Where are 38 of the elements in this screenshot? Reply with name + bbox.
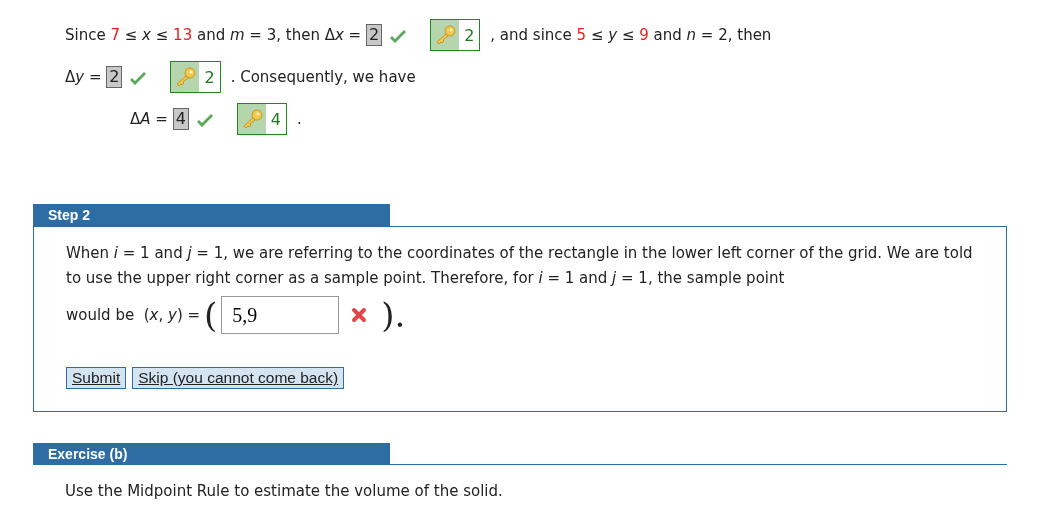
key-icon (174, 67, 197, 87)
open-parenthesis: ( (204, 295, 218, 335)
sentence-text: Δ (65, 68, 76, 86)
cross-icon (351, 307, 368, 323)
exercise-text: Use the Midpoint Rule to estimate the volume of the solid. (65, 482, 504, 500)
given-number: 13 (173, 26, 193, 44)
sentence-text: Since (65, 26, 107, 44)
section-header: Exercise (b) (33, 443, 390, 465)
sentence-text: and m = 3, then Δ (195, 26, 335, 44)
answer-key: 2 (430, 19, 481, 51)
answer-key: 4 (236, 103, 287, 135)
submit-button[interactable]: Submit (66, 367, 127, 389)
answer-key: 2 (170, 61, 221, 93)
sentence-text: . (297, 110, 302, 128)
sentence-text: x = (334, 26, 363, 44)
given-number: 9 (639, 26, 649, 44)
answer-value: 2 (106, 66, 123, 88)
sentence-text: , and since (490, 26, 573, 44)
skip-button[interactable]: Skip (you cannot come back) (132, 367, 345, 389)
section-header: Step 2 (33, 204, 390, 226)
answer-value: 2 (365, 24, 383, 46)
sentence-text: A = (140, 110, 169, 128)
sentence-text: ≤ y ≤ (589, 26, 636, 44)
key-icon (434, 25, 457, 45)
sentence-text: Δ (130, 110, 141, 128)
sentence-text: ≤ x ≤ (123, 26, 170, 44)
sentence-text: and n = 2, then (652, 26, 772, 44)
step-paragraph: When i = 1 and j = 1, we are referring to the coordinates of the rectangle in the lower left corner of the grid. We are told to use the upper right corner as a sample point. Therefore, for i = 1 and j = 1, the sample point (66, 243, 974, 289)
sentence-text: y = (75, 68, 103, 86)
sentence-text: . Consequently, we have (230, 68, 416, 86)
given-number: 5 (576, 26, 587, 44)
answer-field[interactable]: 5,9 (221, 296, 340, 334)
answer-label: would be (x, y) = (66, 306, 201, 324)
close-parenthesis: ). (381, 295, 406, 335)
checkmark-icon (388, 29, 409, 45)
checkmark-icon (128, 71, 149, 87)
given-number: 7 (110, 26, 120, 44)
answer-value: 4 (172, 108, 189, 130)
